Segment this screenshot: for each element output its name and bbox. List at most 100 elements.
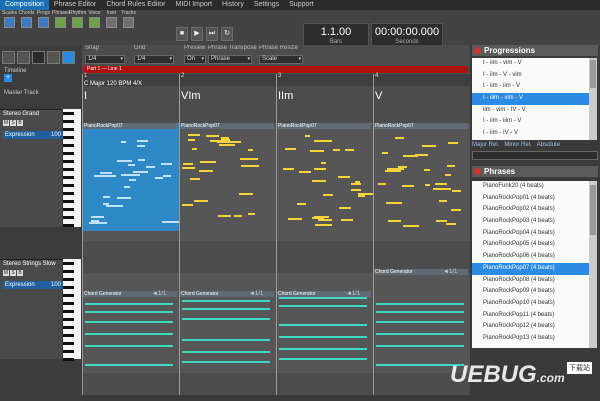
piano-keys-track2[interactable] [63, 259, 81, 361]
note [338, 176, 350, 178]
keyboard-icon[interactable] [32, 51, 45, 64]
bar-number: 4 [375, 73, 379, 79]
note [376, 303, 464, 305]
phrase-item[interactable]: PianoRockPop07 (4 beats) [472, 262, 589, 275]
resize-dropdown[interactable]: Scale [259, 55, 303, 64]
phrases-scrollbar[interactable] [589, 181, 597, 348]
phrase-item[interactable]: PianoRockPop12 (4 beats) [472, 321, 589, 333]
note [451, 209, 461, 211]
note [89, 222, 107, 224]
list-icon[interactable] [47, 51, 60, 64]
track-header-stereo-grand[interactable]: Stereo Grand MSB Expression 100 [0, 109, 63, 227]
phrase-item[interactable]: PianoRockPop08 (4 beats) [472, 275, 589, 287]
mute-button[interactable]: M [3, 270, 9, 276]
add-track-icon[interactable]: + [4, 74, 12, 82]
tracks-button[interactable]: Tracks [120, 10, 137, 28]
phrases-button[interactable]: Phrases [52, 10, 70, 28]
note [183, 163, 193, 165]
bypass-button[interactable]: B [17, 120, 23, 126]
mute-button[interactable]: M [3, 120, 9, 126]
play-icon[interactable]: ▶ [191, 27, 203, 41]
library-panel: Progressions I - iim - vim - VI - iim - … [470, 45, 600, 401]
next-icon[interactable]: ⏭ [206, 27, 218, 41]
piano-keys-track1[interactable] [63, 109, 81, 227]
grid-label: Grid [134, 45, 146, 51]
note [382, 152, 388, 154]
note [351, 183, 361, 185]
black-key [63, 200, 74, 203]
progression-item[interactable]: iim - vim - IV - V [472, 105, 589, 117]
bypass-button[interactable]: B [17, 270, 23, 276]
scroll-thumb[interactable] [590, 185, 596, 235]
solo-button[interactable]: S [10, 270, 16, 276]
phrase-item[interactable]: PianoFunk20 (4 beats) [472, 181, 589, 193]
progression-item[interactable]: I - iim - vim - V [472, 58, 589, 70]
note [117, 160, 132, 162]
phrase-item[interactable]: PianoRockPop13 (4 beats) [472, 333, 589, 345]
filter-minor[interactable]: Minor Rel. [504, 142, 531, 148]
preview-dropdown[interactable]: On [184, 55, 206, 64]
loop-icon[interactable]: ↻ [221, 27, 233, 41]
arrangement-grid[interactable]: Snap 1/4 Grid 1/4 Preview On Phrase Tran… [82, 45, 470, 395]
menu-composition[interactable]: Composition [0, 0, 49, 10]
close-icon[interactable] [474, 47, 481, 54]
phrase-item[interactable]: PianoRockPop10 (4 beats) [472, 298, 589, 310]
chords-icon [21, 17, 32, 28]
progression-item[interactable]: I - iiim - vim - V [472, 93, 589, 105]
black-key [63, 286, 74, 289]
note [162, 221, 179, 223]
stop-icon[interactable]: ■ [176, 27, 188, 41]
progressions-scrollbar[interactable] [589, 58, 597, 140]
snap-dropdown[interactable]: 1/4 [85, 55, 125, 64]
progressions-title: Progressions [484, 46, 536, 55]
phrase-item[interactable]: PianoRockPop05 (4 beats) [472, 239, 589, 251]
note [241, 165, 259, 167]
menu-chord-rules-editor[interactable]: Chord Rules Editor [101, 0, 170, 10]
menu-settings[interactable]: Settings [249, 0, 284, 10]
voice-button[interactable]: Voice [86, 10, 103, 28]
menu-support[interactable]: Support [284, 0, 319, 10]
filter-major[interactable]: Major Rel. [472, 142, 499, 148]
note [91, 220, 99, 222]
scales-label: Scales [1, 10, 17, 16]
phrase-item[interactable]: PianoRockPop01 (4 beats) [472, 193, 589, 205]
scales-button[interactable]: Scales [1, 10, 18, 28]
note [297, 203, 306, 205]
expression-control[interactable]: Expression 100 [3, 281, 63, 289]
progression-item[interactable]: I - iim - V - vim [472, 70, 589, 82]
instr-button[interactable]: Instr [103, 10, 120, 28]
rhythm-button[interactable]: Rhythm [69, 10, 86, 28]
phrase-item[interactable]: PianoRockPop04 (4 beats) [472, 228, 589, 240]
note-icon[interactable] [2, 51, 15, 64]
menu-midi-import[interactable]: MIDI Import [170, 0, 217, 10]
cursor-icon[interactable] [62, 51, 75, 64]
black-key [63, 310, 74, 313]
progression-item[interactable]: I - iim - iiim - V [472, 116, 589, 128]
note [85, 333, 173, 335]
menu-history[interactable]: History [217, 0, 249, 10]
part-bar[interactable]: Part 1 — Line 1 [84, 66, 468, 73]
phrase-item[interactable]: PianoRockPop09 (4 beats) [472, 286, 589, 298]
phrase-item[interactable]: PianoRockPop06 (4 beats) [472, 251, 589, 263]
filter-absolute[interactable]: Absolute [537, 142, 560, 148]
solo-button[interactable]: S [10, 120, 16, 126]
progression-search[interactable] [472, 151, 598, 160]
close-icon[interactable] [474, 168, 481, 175]
menu-phrase-editor[interactable]: Phrase Editor [49, 0, 101, 10]
phrase-item[interactable]: PianoRockPop11 (4 beats) [472, 310, 589, 322]
progression-item[interactable]: I - iim - IV - V [472, 128, 589, 140]
phrase-item[interactable]: PianoRockPop03 (4 beats) [472, 216, 589, 228]
scroll-thumb[interactable] [590, 60, 596, 88]
track-header-stereo-strings[interactable]: Stereo Strings Slow MSB Expression 100 [0, 259, 63, 359]
expression-control[interactable]: Expression 100 [3, 131, 63, 139]
phrase-item[interactable]: PianoRockPop02 (4 beats) [472, 204, 589, 216]
chords-button[interactable]: Chords [18, 10, 35, 28]
progs-button[interactable]: Progs [35, 10, 52, 28]
mixer-icon[interactable] [17, 51, 30, 64]
note [146, 166, 155, 168]
progression-item[interactable]: I - iim - iim - V [472, 81, 589, 93]
transpose-dropdown[interactable]: Phrase [208, 55, 252, 64]
note [424, 169, 430, 171]
progs-label: Progs [36, 10, 51, 16]
grid-dropdown[interactable]: 1/4 [134, 55, 174, 64]
